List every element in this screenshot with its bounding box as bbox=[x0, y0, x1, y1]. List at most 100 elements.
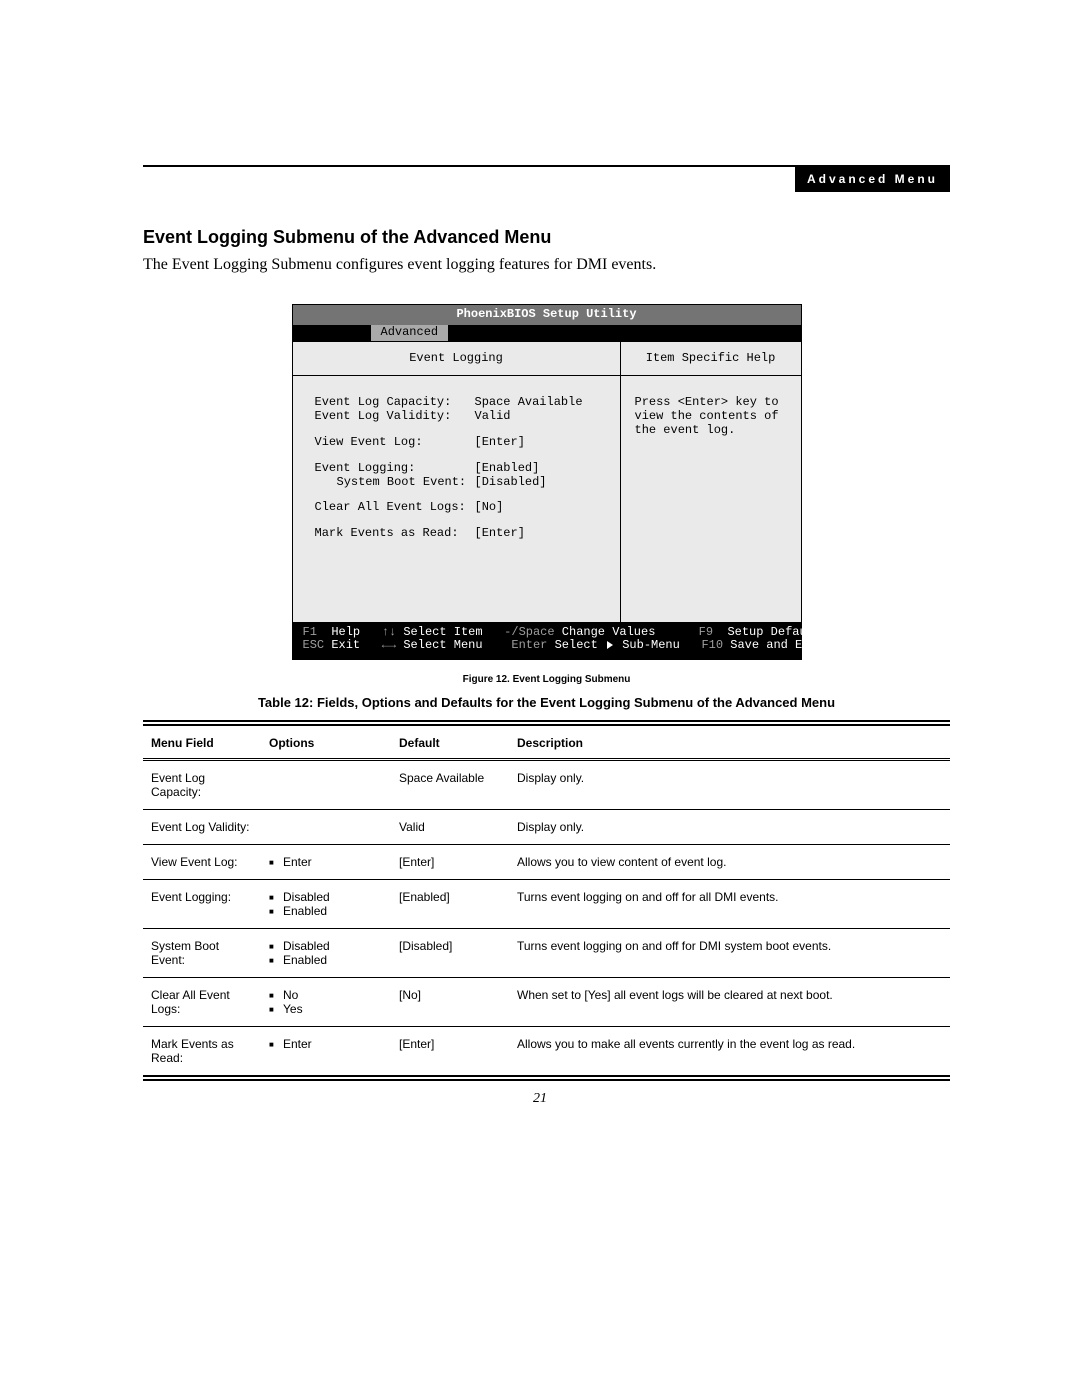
label-select-menu: Select Menu bbox=[403, 638, 482, 652]
cell-default: Valid bbox=[391, 810, 509, 845]
bios-footer: F1 Help ↑↓ Select Item -/Space Change Va… bbox=[293, 622, 801, 660]
option-item: Yes bbox=[269, 1002, 383, 1016]
bios-left-header: Event Logging bbox=[293, 342, 620, 377]
bios-value: [Disabled] bbox=[475, 476, 547, 490]
label-select: Select bbox=[555, 638, 598, 652]
bios-label: System Boot Event: bbox=[315, 476, 475, 490]
header-rule: Advanced Menu bbox=[143, 165, 950, 167]
label-defaults: Setup Defaults bbox=[727, 625, 828, 639]
cell-menu: Mark Events as Read: bbox=[143, 1027, 261, 1079]
th-default: Default bbox=[391, 723, 509, 760]
cell-options bbox=[261, 810, 391, 845]
bios-value: [No] bbox=[475, 501, 504, 515]
key-f1: F1 bbox=[303, 625, 317, 639]
table-row: Event Logging:DisabledEnabled[Enabled]Tu… bbox=[143, 880, 950, 929]
bios-label: Mark Events as Read: bbox=[315, 527, 475, 541]
bios-help-text: Press <Enter> key to view the contents o… bbox=[621, 376, 801, 447]
arrows-lr-icon: ←→ bbox=[382, 638, 396, 652]
bios-left-panel: Event Logging Event Log Capacity: Space … bbox=[293, 342, 621, 622]
table-header-row: Menu Field Options Default Description bbox=[143, 723, 950, 760]
option-item: Disabled bbox=[269, 890, 383, 904]
table-row: View Event Log: Enter [Enter]Allows you to… bbox=[143, 845, 950, 880]
cell-options: DisabledEnabled bbox=[261, 929, 391, 978]
bios-row-validity[interactable]: Event Log Validity: Valid bbox=[315, 410, 610, 424]
label-exit: Exit bbox=[331, 638, 360, 652]
table-row: Mark Events as Read: Enter [Enter]Allows y… bbox=[143, 1027, 950, 1079]
cell-default: [Enter] bbox=[391, 1027, 509, 1079]
bios-right-header: Item Specific Help bbox=[621, 342, 801, 377]
cell-menu: View Event Log: bbox=[143, 845, 261, 880]
key-minus-space: -/Space bbox=[504, 625, 554, 639]
page: Advanced Menu Event Logging Submenu of t… bbox=[0, 0, 1080, 1397]
option-item: Enter bbox=[269, 855, 383, 869]
bios-value: Valid bbox=[475, 410, 511, 424]
cell-options bbox=[261, 760, 391, 810]
bios-body: Event Logging Event Log Capacity: Space … bbox=[293, 341, 801, 622]
bios-value: [Enter] bbox=[475, 527, 525, 541]
cell-menu: Clear All Event Logs: bbox=[143, 978, 261, 1027]
triangle-right-icon bbox=[607, 641, 613, 649]
th-description: Description bbox=[509, 723, 950, 760]
cell-description: Turns event logging on and off for all D… bbox=[509, 880, 950, 929]
label-change: Change Values bbox=[562, 625, 656, 639]
cell-description: Allows you to view content of event log. bbox=[509, 845, 950, 880]
cell-menu: System Boot Event: bbox=[143, 929, 261, 978]
option-item: Enabled bbox=[269, 953, 383, 967]
option-item: Enter bbox=[269, 1037, 383, 1051]
bios-label: Event Log Validity: bbox=[315, 410, 475, 424]
cell-menu: Event Log Capacity: bbox=[143, 760, 261, 810]
bios-menubar: Advanced bbox=[293, 325, 801, 341]
cell-description: Display only. bbox=[509, 810, 950, 845]
table-row: Event Log Validity: ValidDisplay only. bbox=[143, 810, 950, 845]
bios-left-content: Event Log Capacity: Space Available Even… bbox=[293, 376, 620, 551]
table-caption: Table 12: Fields, Options and Defaults f… bbox=[143, 695, 950, 710]
bios-title: PhoenixBIOS Setup Utility bbox=[293, 305, 801, 325]
label-save: Save and Exit bbox=[730, 638, 824, 652]
key-f10: F10 bbox=[701, 638, 723, 652]
bios-row-capacity[interactable]: Event Log Capacity: Space Available bbox=[315, 396, 610, 410]
cell-default: [Enter] bbox=[391, 845, 509, 880]
cell-options: Enter bbox=[261, 1027, 391, 1079]
cell-description: Allows you to make all events currently … bbox=[509, 1027, 950, 1079]
bios-label: Clear All Event Logs: bbox=[315, 501, 475, 515]
key-esc: ESC bbox=[303, 638, 325, 652]
bios-row-mark[interactable]: Mark Events as Read: [Enter] bbox=[315, 527, 610, 541]
cell-options: NoYes bbox=[261, 978, 391, 1027]
page-number: 21 bbox=[0, 1091, 1080, 1107]
bios-row-boot[interactable]: System Boot Event: [Disabled] bbox=[315, 476, 610, 490]
help-line: Press <Enter> key to bbox=[635, 396, 791, 410]
bios-value: [Enter] bbox=[475, 436, 525, 450]
cell-description: When set to [Yes] all event logs will be… bbox=[509, 978, 950, 1027]
bios-label: Event Logging: bbox=[315, 462, 475, 476]
help-line: the event log. bbox=[635, 424, 791, 438]
cell-options: Enter bbox=[261, 845, 391, 880]
label-help: Help bbox=[331, 625, 360, 639]
option-item: Enabled bbox=[269, 904, 383, 918]
cell-menu: Event Logging: bbox=[143, 880, 261, 929]
help-line: view the contents of bbox=[635, 410, 791, 424]
intro-paragraph: The Event Logging Submenu configures eve… bbox=[143, 256, 950, 274]
bios-footer-row-2: ESC Exit ←→ Select Menu Enter Select Sub… bbox=[303, 639, 791, 653]
table-row: Event Log Capacity:Space AvailableDispla… bbox=[143, 760, 950, 810]
bios-label: Event Log Capacity: bbox=[315, 396, 475, 410]
cell-default: Space Available bbox=[391, 760, 509, 810]
option-item: No bbox=[269, 988, 383, 1002]
bios-row-clear[interactable]: Clear All Event Logs: [No] bbox=[315, 501, 610, 515]
arrows-ud-icon: ↑↓ bbox=[382, 625, 396, 639]
cell-menu: Event Log Validity: bbox=[143, 810, 261, 845]
bios-right-panel: Item Specific Help Press <Enter> key to … bbox=[621, 342, 801, 622]
bios-row-logging[interactable]: Event Logging: [Enabled] bbox=[315, 462, 610, 476]
key-f9: F9 bbox=[699, 625, 713, 639]
header-pill: Advanced Menu bbox=[795, 166, 950, 192]
table-row: System Boot Event:DisabledEnabled[Disabl… bbox=[143, 929, 950, 978]
bios-value: Space Available bbox=[475, 396, 583, 410]
bios-row-view[interactable]: View Event Log: [Enter] bbox=[315, 436, 610, 450]
figure-caption: Figure 12. Event Logging Submenu bbox=[143, 674, 950, 685]
cell-options: DisabledEnabled bbox=[261, 880, 391, 929]
section-heading: Event Logging Submenu of the Advanced Me… bbox=[143, 227, 950, 248]
bios-value: [Enabled] bbox=[475, 462, 540, 476]
key-enter: Enter bbox=[511, 638, 547, 652]
bios-tab-advanced[interactable]: Advanced bbox=[371, 325, 449, 341]
cell-description: Turns event logging on and off for DMI s… bbox=[509, 929, 950, 978]
bios-footer-row-1: F1 Help ↑↓ Select Item -/Space Change Va… bbox=[303, 626, 791, 640]
